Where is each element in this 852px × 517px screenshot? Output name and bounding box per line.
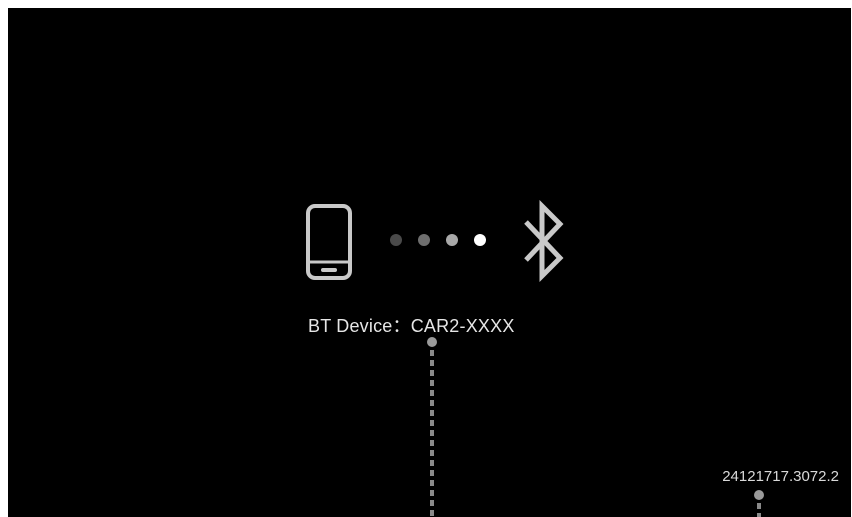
progress-dot-3 [446, 234, 458, 246]
bt-device-name: CAR2-XXXX [410, 316, 515, 336]
bt-pairing-screen: BT Device：CAR2-XXXX 24121717.3072.2 [8, 8, 851, 517]
version-leader-line [757, 503, 761, 517]
bt-device-label: BT Device：CAR2-XXXX [308, 312, 558, 338]
progress-dot-1 [390, 234, 402, 246]
smartphone-icon [306, 204, 352, 280]
version-leader-knob [754, 490, 764, 500]
bt-device-prefix: BT Device： [308, 316, 411, 336]
device-leader-knob [427, 337, 437, 347]
device-leader-line [430, 350, 434, 517]
progress-dot-2 [418, 234, 430, 246]
connection-progress-dots [390, 234, 490, 248]
progress-dot-4 [474, 234, 486, 246]
bluetooth-icon [524, 200, 564, 282]
version-label: 24121717.3072.2 [722, 468, 839, 485]
